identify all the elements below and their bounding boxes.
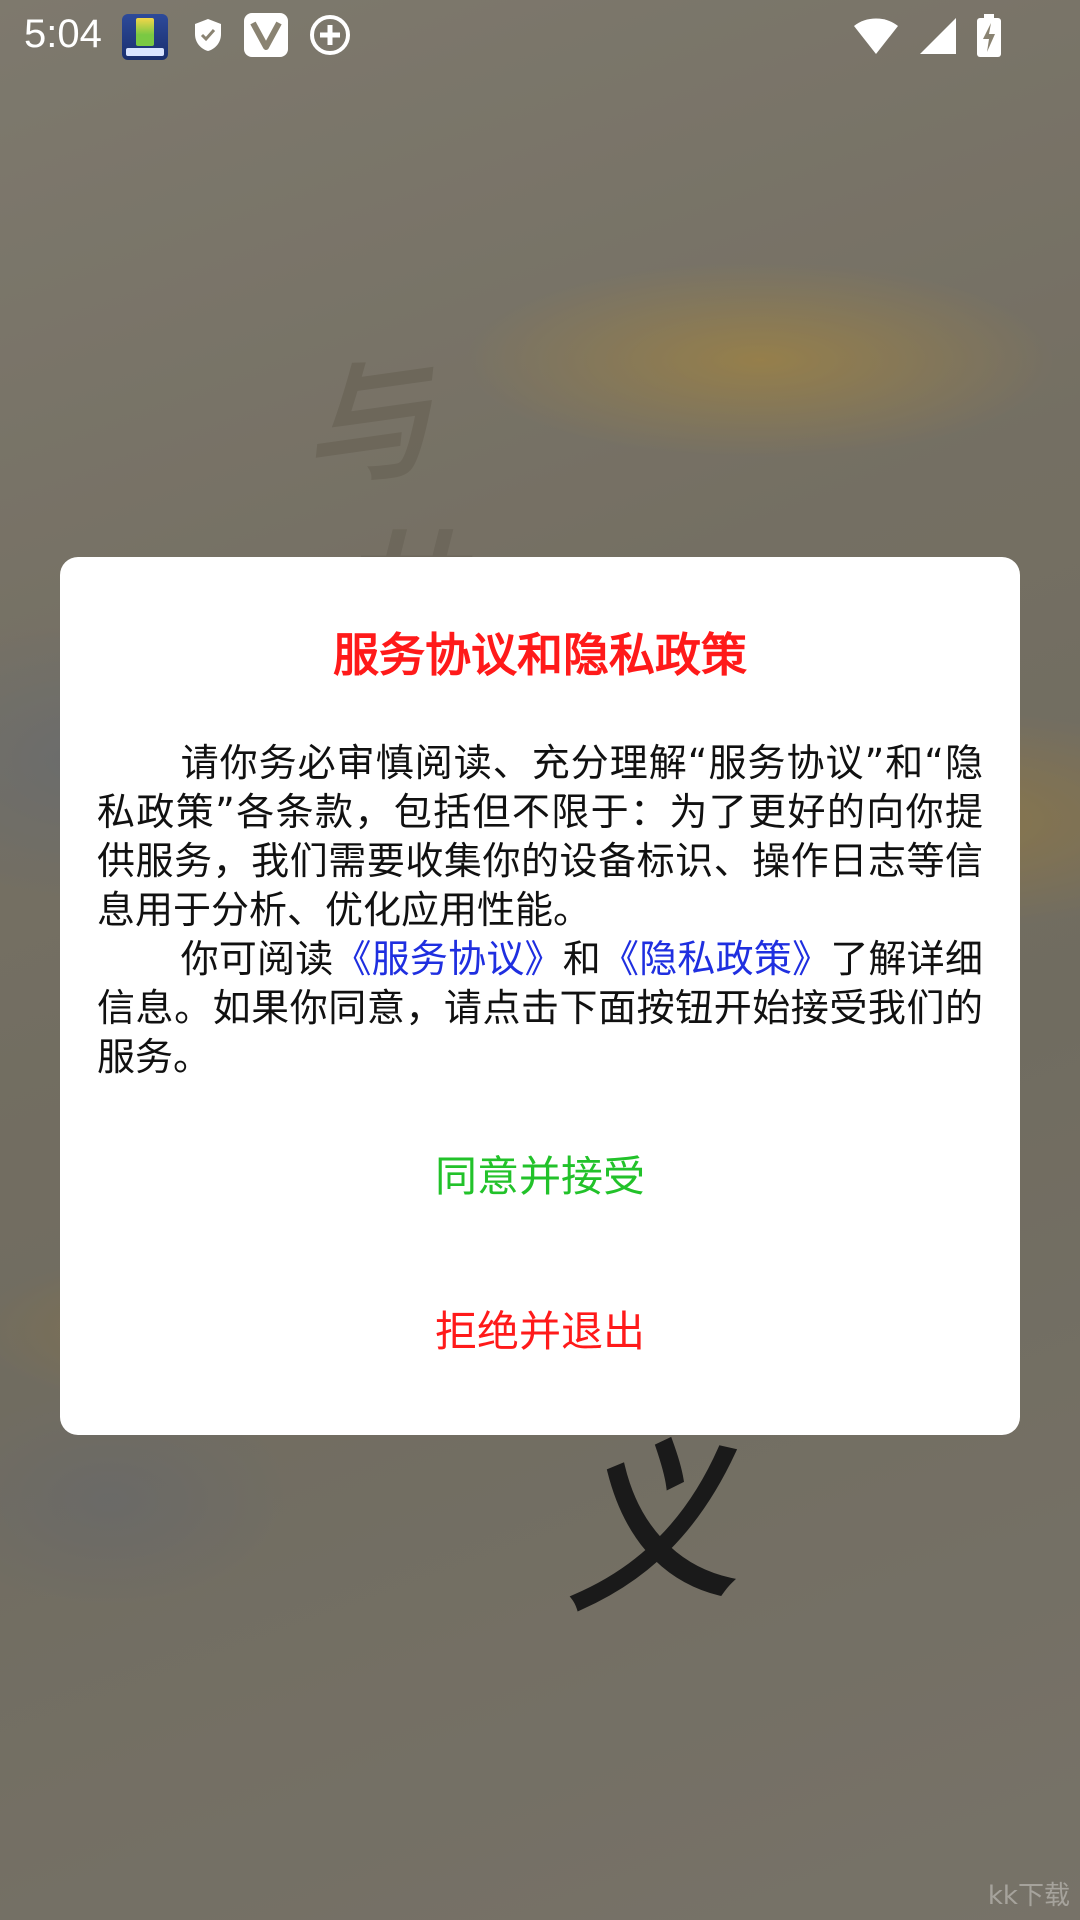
and-text: 和	[562, 937, 601, 981]
notification-icons	[122, 13, 372, 61]
agree-button[interactable]: 同意并接受	[60, 1142, 1020, 1212]
privacy-dialog: 服务协议和隐私政策 请你务必审慎阅读、充分理解“服务协议”和“隐私政策”各条款，…	[60, 557, 1020, 1435]
paragraph-2-prefix: 你可阅读	[180, 937, 334, 981]
wifi-icon	[852, 16, 900, 60]
watermark: kk下载	[987, 1881, 1070, 1911]
service-agreement-link[interactable]: 《服务协议》	[333, 937, 562, 981]
battery-app-icon	[122, 14, 168, 60]
battery-charging-icon	[976, 14, 1002, 62]
privacy-policy-link[interactable]: 《隐私政策》	[601, 937, 830, 981]
dialog-paragraph-2: 你可阅读《服务协议》和《隐私政策》了解详细信息。如果你同意，请点击下面按钮开始接…	[97, 935, 983, 1082]
dialog-title: 服务协议和隐私政策	[333, 628, 747, 682]
status-bar: 5:04	[0, 0, 1080, 74]
system-status-icons	[852, 14, 1002, 62]
dialog-body: 请你务必审慎阅读、充分理解“服务协议”和“隐私政策”各条款，包括但不限于：为了更…	[97, 739, 983, 1082]
plus-circle-icon	[308, 13, 352, 61]
reject-button[interactable]: 拒绝并退出	[60, 1297, 1020, 1367]
shield-icon	[192, 17, 224, 57]
v-icon	[244, 13, 288, 61]
splash-char-top: 与	[291, 339, 442, 510]
signal-icon	[918, 16, 958, 60]
dialog-paragraph-1: 请你务必审慎阅读、充分理解“服务协议”和“隐私政策”各条款，包括但不限于：为了更…	[97, 741, 983, 932]
status-time: 5:04	[24, 12, 102, 56]
